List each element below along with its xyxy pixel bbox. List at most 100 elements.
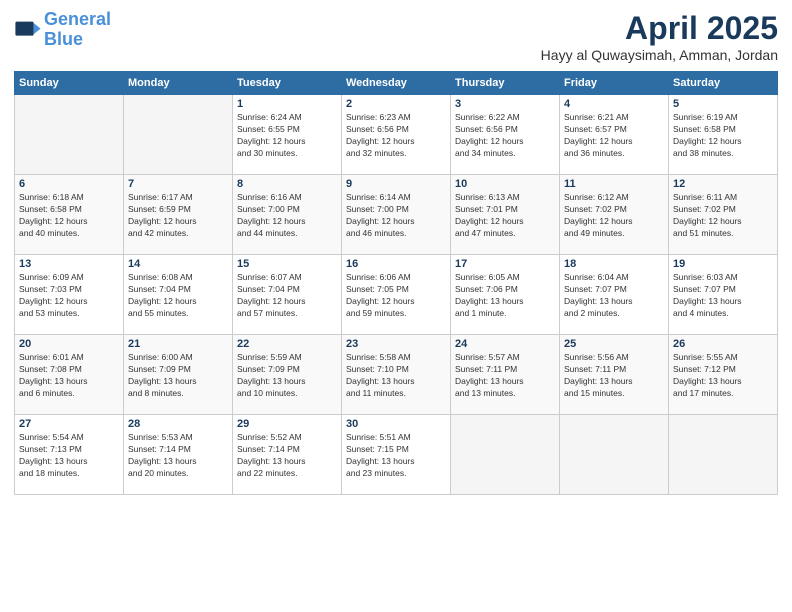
calendar-header: SundayMondayTuesdayWednesdayThursdayFrid… <box>15 72 778 95</box>
logo-text: General Blue <box>44 10 111 50</box>
day-info: Sunrise: 6:24 AM Sunset: 6:55 PM Dayligh… <box>237 112 337 160</box>
title-block: April 2025 Hayy al Quwaysimah, Amman, Jo… <box>541 10 778 63</box>
calendar-cell: 4 Sunrise: 6:21 AM Sunset: 6:57 PM Daylig… <box>560 95 669 175</box>
weekday-header: Friday <box>560 72 669 95</box>
day-info: Sunrise: 6:13 AM Sunset: 7:01 PM Dayligh… <box>455 192 555 240</box>
calendar-week-row: 20Sunrise: 6:01 AM Sunset: 7:08 PM Dayli… <box>15 335 778 415</box>
day-info: Sunrise: 6:11 AM Sunset: 7:02 PM Dayligh… <box>673 192 773 240</box>
calendar-table: SundayMondayTuesdayWednesdayThursdayFrid… <box>14 71 778 495</box>
calendar-cell: 27 Sunrise: 5:54 AM Sunset: 7:13 PM Dayli… <box>15 415 124 495</box>
day-number: 16 <box>346 258 446 270</box>
weekday-header: Saturday <box>669 72 778 95</box>
calendar-subtitle: Hayy al Quwaysimah, Amman, Jordan <box>541 47 778 63</box>
day-info: Sunrise: 6:21 AM Sunset: 6:57 PM Dayligh… <box>564 112 664 160</box>
calendar-cell: 25Sunrise: 5:56 AM Sunset: 7:11 PM Dayli… <box>560 335 669 415</box>
day-info: Sunrise: 6:09 AM Sunset: 7:03 PM Dayligh… <box>19 272 119 320</box>
calendar-cell: 19 Sunrise: 6:03 AM Sunset: 7:07 PM Dayli… <box>669 255 778 335</box>
day-info: Sunrise: 5:59 AM Sunset: 7:09 PM Dayligh… <box>237 352 337 400</box>
day-number: 29 <box>237 418 337 430</box>
calendar-cell: 26 Sunrise: 5:55 AM Sunset: 7:12 PM Dayli… <box>669 335 778 415</box>
day-number: 21 <box>128 338 228 350</box>
day-number: 26 <box>673 338 773 350</box>
calendar-body: 1 Sunrise: 6:24 AM Sunset: 6:55 PM Daylig… <box>15 95 778 495</box>
day-info: Sunrise: 5:51 AM Sunset: 7:15 PM Dayligh… <box>346 432 446 480</box>
day-number: 19 <box>673 258 773 270</box>
day-number: 5 <box>673 98 773 110</box>
calendar-cell: 29 Sunrise: 5:52 AM Sunset: 7:14 PM Dayli… <box>233 415 342 495</box>
day-info: Sunrise: 5:54 AM Sunset: 7:13 PM Dayligh… <box>19 432 119 480</box>
calendar-cell: 14 Sunrise: 6:08 AM Sunset: 7:04 PM Dayli… <box>124 255 233 335</box>
calendar-title: April 2025 <box>541 10 778 47</box>
calendar-cell <box>124 95 233 175</box>
day-number: 1 <box>237 98 337 110</box>
day-info: Sunrise: 6:12 AM Sunset: 7:02 PM Dayligh… <box>564 192 664 240</box>
day-info: Sunrise: 6:03 AM Sunset: 7:07 PM Dayligh… <box>673 272 773 320</box>
day-number: 7 <box>128 178 228 190</box>
day-number: 14 <box>128 258 228 270</box>
calendar-cell: 6 Sunrise: 6:18 AM Sunset: 6:58 PM Daylig… <box>15 175 124 255</box>
header: General Blue April 2025 Hayy al Quwaysim… <box>14 10 778 63</box>
day-info: Sunrise: 6:17 AM Sunset: 6:59 PM Dayligh… <box>128 192 228 240</box>
day-number: 11 <box>564 178 664 190</box>
calendar-week-row: 27 Sunrise: 5:54 AM Sunset: 7:13 PM Dayli… <box>15 415 778 495</box>
day-info: Sunrise: 6:05 AM Sunset: 7:06 PM Dayligh… <box>455 272 555 320</box>
calendar-cell: 13 Sunrise: 6:09 AM Sunset: 7:03 PM Dayli… <box>15 255 124 335</box>
logo-line1: General <box>44 9 111 29</box>
calendar-cell: 5 Sunrise: 6:19 AM Sunset: 6:58 PM Daylig… <box>669 95 778 175</box>
calendar-cell: 17Sunrise: 6:05 AM Sunset: 7:06 PM Dayli… <box>451 255 560 335</box>
logo-line2: Blue <box>44 29 83 49</box>
day-number: 13 <box>19 258 119 270</box>
day-number: 22 <box>237 338 337 350</box>
calendar-cell: 28 Sunrise: 5:53 AM Sunset: 7:14 PM Dayli… <box>124 415 233 495</box>
day-info: Sunrise: 6:06 AM Sunset: 7:05 PM Dayligh… <box>346 272 446 320</box>
day-number: 4 <box>564 98 664 110</box>
day-info: Sunrise: 5:57 AM Sunset: 7:11 PM Dayligh… <box>455 352 555 400</box>
calendar-cell: 24Sunrise: 5:57 AM Sunset: 7:11 PM Dayli… <box>451 335 560 415</box>
day-number: 28 <box>128 418 228 430</box>
calendar-week-row: 13 Sunrise: 6:09 AM Sunset: 7:03 PM Dayli… <box>15 255 778 335</box>
calendar-cell <box>15 95 124 175</box>
day-number: 3 <box>455 98 555 110</box>
calendar-cell: 20Sunrise: 6:01 AM Sunset: 7:08 PM Dayli… <box>15 335 124 415</box>
day-number: 6 <box>19 178 119 190</box>
day-info: Sunrise: 5:53 AM Sunset: 7:14 PM Dayligh… <box>128 432 228 480</box>
day-info: Sunrise: 5:52 AM Sunset: 7:14 PM Dayligh… <box>237 432 337 480</box>
weekday-header: Monday <box>124 72 233 95</box>
calendar-cell: 30 Sunrise: 5:51 AM Sunset: 7:15 PM Dayli… <box>342 415 451 495</box>
logo: General Blue <box>14 10 111 50</box>
calendar-cell: 10Sunrise: 6:13 AM Sunset: 7:01 PM Dayli… <box>451 175 560 255</box>
day-info: Sunrise: 6:04 AM Sunset: 7:07 PM Dayligh… <box>564 272 664 320</box>
calendar-cell: 18 Sunrise: 6:04 AM Sunset: 7:07 PM Dayli… <box>560 255 669 335</box>
day-info: Sunrise: 6:08 AM Sunset: 7:04 PM Dayligh… <box>128 272 228 320</box>
calendar-cell: 11 Sunrise: 6:12 AM Sunset: 7:02 PM Dayli… <box>560 175 669 255</box>
day-number: 18 <box>564 258 664 270</box>
day-info: Sunrise: 6:01 AM Sunset: 7:08 PM Dayligh… <box>19 352 119 400</box>
calendar-cell: 12Sunrise: 6:11 AM Sunset: 7:02 PM Dayli… <box>669 175 778 255</box>
calendar-cell: 9 Sunrise: 6:14 AM Sunset: 7:00 PM Daylig… <box>342 175 451 255</box>
calendar-page: General Blue April 2025 Hayy al Quwaysim… <box>0 0 792 612</box>
calendar-cell: 7 Sunrise: 6:17 AM Sunset: 6:59 PM Daylig… <box>124 175 233 255</box>
calendar-week-row: 6 Sunrise: 6:18 AM Sunset: 6:58 PM Daylig… <box>15 175 778 255</box>
day-info: Sunrise: 6:18 AM Sunset: 6:58 PM Dayligh… <box>19 192 119 240</box>
day-info: Sunrise: 5:55 AM Sunset: 7:12 PM Dayligh… <box>673 352 773 400</box>
calendar-cell: 15Sunrise: 6:07 AM Sunset: 7:04 PM Dayli… <box>233 255 342 335</box>
day-info: Sunrise: 6:14 AM Sunset: 7:00 PM Dayligh… <box>346 192 446 240</box>
day-info: Sunrise: 6:22 AM Sunset: 6:56 PM Dayligh… <box>455 112 555 160</box>
day-number: 9 <box>346 178 446 190</box>
weekday-header-row: SundayMondayTuesdayWednesdayThursdayFrid… <box>15 72 778 95</box>
day-number: 30 <box>346 418 446 430</box>
day-info: Sunrise: 6:23 AM Sunset: 6:56 PM Dayligh… <box>346 112 446 160</box>
calendar-cell: 23Sunrise: 5:58 AM Sunset: 7:10 PM Dayli… <box>342 335 451 415</box>
day-number: 2 <box>346 98 446 110</box>
calendar-cell: 8Sunrise: 6:16 AM Sunset: 7:00 PM Daylig… <box>233 175 342 255</box>
calendar-cell: 3 Sunrise: 6:22 AM Sunset: 6:56 PM Daylig… <box>451 95 560 175</box>
calendar-cell: 22 Sunrise: 5:59 AM Sunset: 7:09 PM Dayli… <box>233 335 342 415</box>
calendar-cell: 1 Sunrise: 6:24 AM Sunset: 6:55 PM Daylig… <box>233 95 342 175</box>
day-info: Sunrise: 6:19 AM Sunset: 6:58 PM Dayligh… <box>673 112 773 160</box>
day-info: Sunrise: 5:58 AM Sunset: 7:10 PM Dayligh… <box>346 352 446 400</box>
day-number: 27 <box>19 418 119 430</box>
calendar-cell <box>669 415 778 495</box>
calendar-cell: 2 Sunrise: 6:23 AM Sunset: 6:56 PM Daylig… <box>342 95 451 175</box>
day-info: Sunrise: 6:00 AM Sunset: 7:09 PM Dayligh… <box>128 352 228 400</box>
day-info: Sunrise: 6:16 AM Sunset: 7:00 PM Dayligh… <box>237 192 337 240</box>
